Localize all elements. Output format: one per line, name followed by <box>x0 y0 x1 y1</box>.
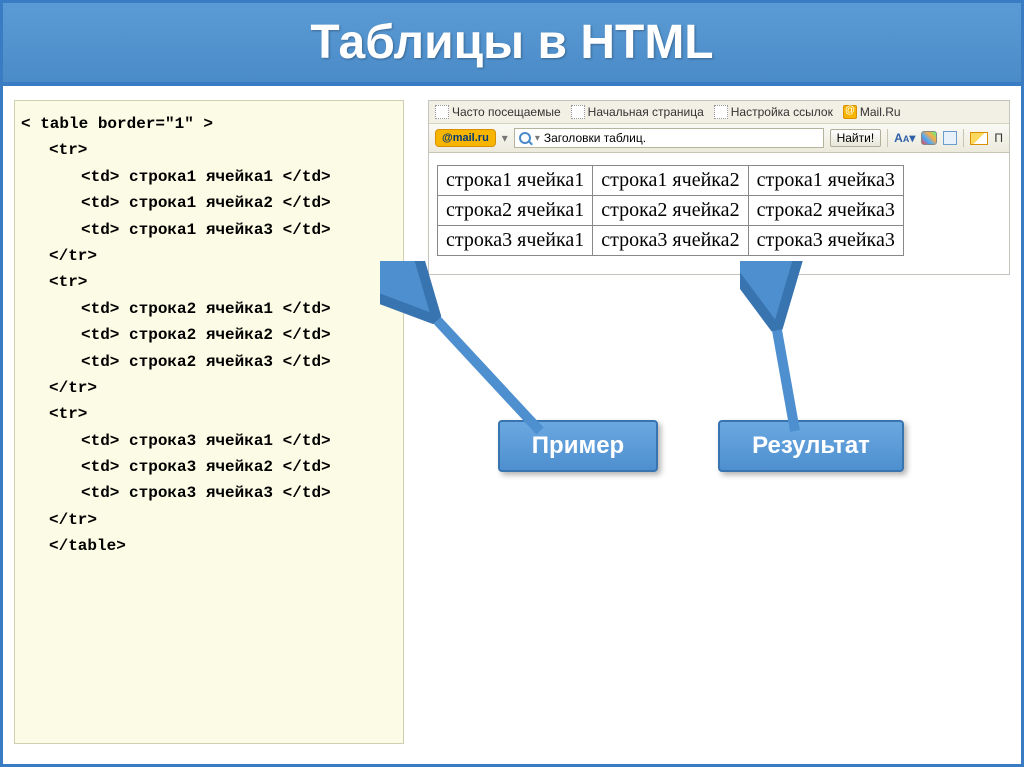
callout-example: Пример <box>498 420 658 472</box>
code-line: </table> <box>21 533 397 559</box>
bookmark-frequent[interactable]: Часто посещаемые <box>435 105 561 119</box>
color-palette-icon[interactable] <box>921 131 937 145</box>
bookmark-icon <box>714 105 728 119</box>
dropdown-arrow-icon[interactable]: ▾ <box>535 133 540 144</box>
table-cell: строка3 ячейка1 <box>438 226 593 256</box>
code-line: <td> строка3 ячейка2 </td> <box>21 454 397 480</box>
slide-content: < table border="1" ><tr><td> строка1 яче… <box>0 86 1024 767</box>
callout-result: Результат <box>718 420 904 472</box>
bookmark-label: Mail.Ru <box>860 105 901 119</box>
browser-mockup: Часто посещаемые Начальная страница Наст… <box>428 100 1010 275</box>
code-line: <tr> <box>21 401 397 427</box>
find-button[interactable]: Найти! <box>830 129 882 147</box>
code-line: <tr> <box>21 269 397 295</box>
code-line: <td> строка2 ячейка1 </td> <box>21 296 397 322</box>
mailru-logo[interactable]: @mail.ru <box>435 129 496 147</box>
bookmark-mailru[interactable]: Mail.Ru <box>843 105 901 119</box>
table-cell: строка2 ячейка2 <box>593 196 748 226</box>
bookmark-icon <box>435 105 449 119</box>
browser-viewport: строка1 ячейка1строка1 ячейка2строка1 яч… <box>429 153 1009 274</box>
code-line: </tr> <box>21 243 397 269</box>
table-cell: строка2 ячейка3 <box>748 196 903 226</box>
code-line: <td> строка2 ячейка2 </td> <box>21 322 397 348</box>
code-example-panel: < table border="1" ><tr><td> строка1 яче… <box>14 100 404 744</box>
toolbar: @mail.ru ▾ ▾ Найти! AA▾ П <box>429 124 1009 153</box>
code-line: </tr> <box>21 507 397 533</box>
table-row: строка3 ячейка1строка3 ячейка2строка3 яч… <box>438 226 904 256</box>
search-icon <box>519 132 531 144</box>
code-line: <td> строка1 ячейка2 </td> <box>21 190 397 216</box>
table-row: строка2 ячейка1строка2 ячейка2строка2 яч… <box>438 196 904 226</box>
table-cell: строка2 ячейка1 <box>438 196 593 226</box>
code-line: <td> строка1 ячейка1 </td> <box>21 164 397 190</box>
divider <box>963 129 964 147</box>
table-row: строка1 ячейка1строка1 ячейка2строка1 яч… <box>438 166 904 196</box>
divider <box>887 129 888 147</box>
code-line: < table border="1" > <box>21 111 397 137</box>
font-size-icon[interactable]: AA▾ <box>894 131 915 145</box>
table-cell: строка1 ячейка1 <box>438 166 593 196</box>
bookmark-label: Настройка ссылок <box>731 105 833 119</box>
popup-blocker-icon[interactable] <box>943 131 957 145</box>
mail-label: П <box>994 131 1003 145</box>
mailru-icon <box>843 105 857 119</box>
search-field[interactable]: ▾ <box>514 128 824 148</box>
mail-envelope-icon[interactable] <box>970 132 988 145</box>
table-cell: строка3 ячейка2 <box>593 226 748 256</box>
dropdown-arrow-icon[interactable]: ▾ <box>502 131 508 145</box>
code-line: <tr> <box>21 137 397 163</box>
bookmark-links-settings[interactable]: Настройка ссылок <box>714 105 833 119</box>
bookmark-label: Начальная страница <box>588 105 704 119</box>
search-input[interactable] <box>544 131 819 145</box>
bookmark-homepage[interactable]: Начальная страница <box>571 105 704 119</box>
code-line: <td> строка3 ячейка3 </td> <box>21 480 397 506</box>
code-line: </tr> <box>21 375 397 401</box>
table-cell: строка1 ячейка3 <box>748 166 903 196</box>
bookmark-icon <box>571 105 585 119</box>
result-table: строка1 ячейка1строка1 ячейка2строка1 яч… <box>437 165 904 256</box>
code-line: <td> строка3 ячейка1 </td> <box>21 428 397 454</box>
table-cell: строка1 ячейка2 <box>593 166 748 196</box>
code-line: <td> строка1 ячейка3 </td> <box>21 217 397 243</box>
table-cell: строка3 ячейка3 <box>748 226 903 256</box>
bookmarks-bar: Часто посещаемые Начальная страница Наст… <box>429 101 1009 124</box>
bookmark-label: Часто посещаемые <box>452 105 561 119</box>
code-line: <td> строка2 ячейка3 </td> <box>21 349 397 375</box>
